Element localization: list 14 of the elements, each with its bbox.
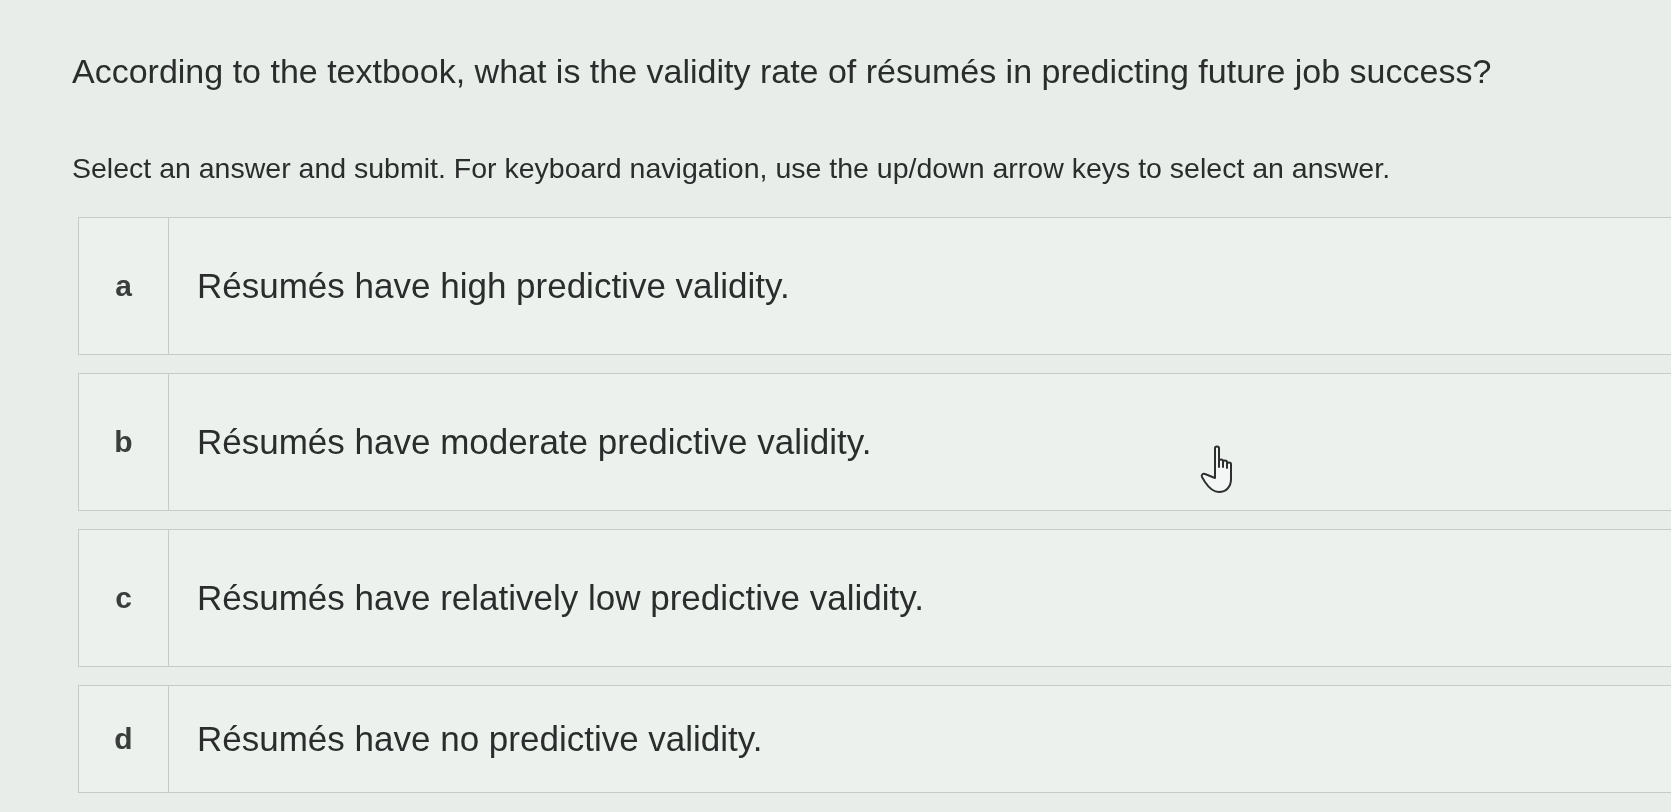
answer-option[interactable]: d Résumés have no predictive validity. — [78, 685, 1671, 793]
option-text: Résumés have moderate predictive validity. — [196, 420, 872, 463]
instruction-text: Select an answer and submit. For keyboard navigation, use the up/down arrow keys to select an answer. — [72, 150, 1392, 185]
option-text: Résumés have no predictive validity. — [196, 717, 763, 760]
option-letter: b — [79, 374, 169, 510]
question-text: According to the textbook, what is the validity rate of résumés in predicting future job success? — [72, 51, 1493, 92]
option-text: Résumés have high predictive validity. — [196, 264, 790, 307]
option-letter: d — [79, 686, 169, 792]
answer-option[interactable]: c Résumés have relatively low predictive validity. — [78, 529, 1671, 667]
option-text: Résumés have relatively low predictive validity. — [196, 576, 924, 619]
option-letter: a — [79, 218, 169, 354]
option-letter: c — [79, 530, 169, 666]
answer-option[interactable]: a Résumés have high predictive validity. — [78, 217, 1671, 355]
answer-option[interactable]: b Résumés have moderate predictive validity. — [78, 373, 1671, 511]
